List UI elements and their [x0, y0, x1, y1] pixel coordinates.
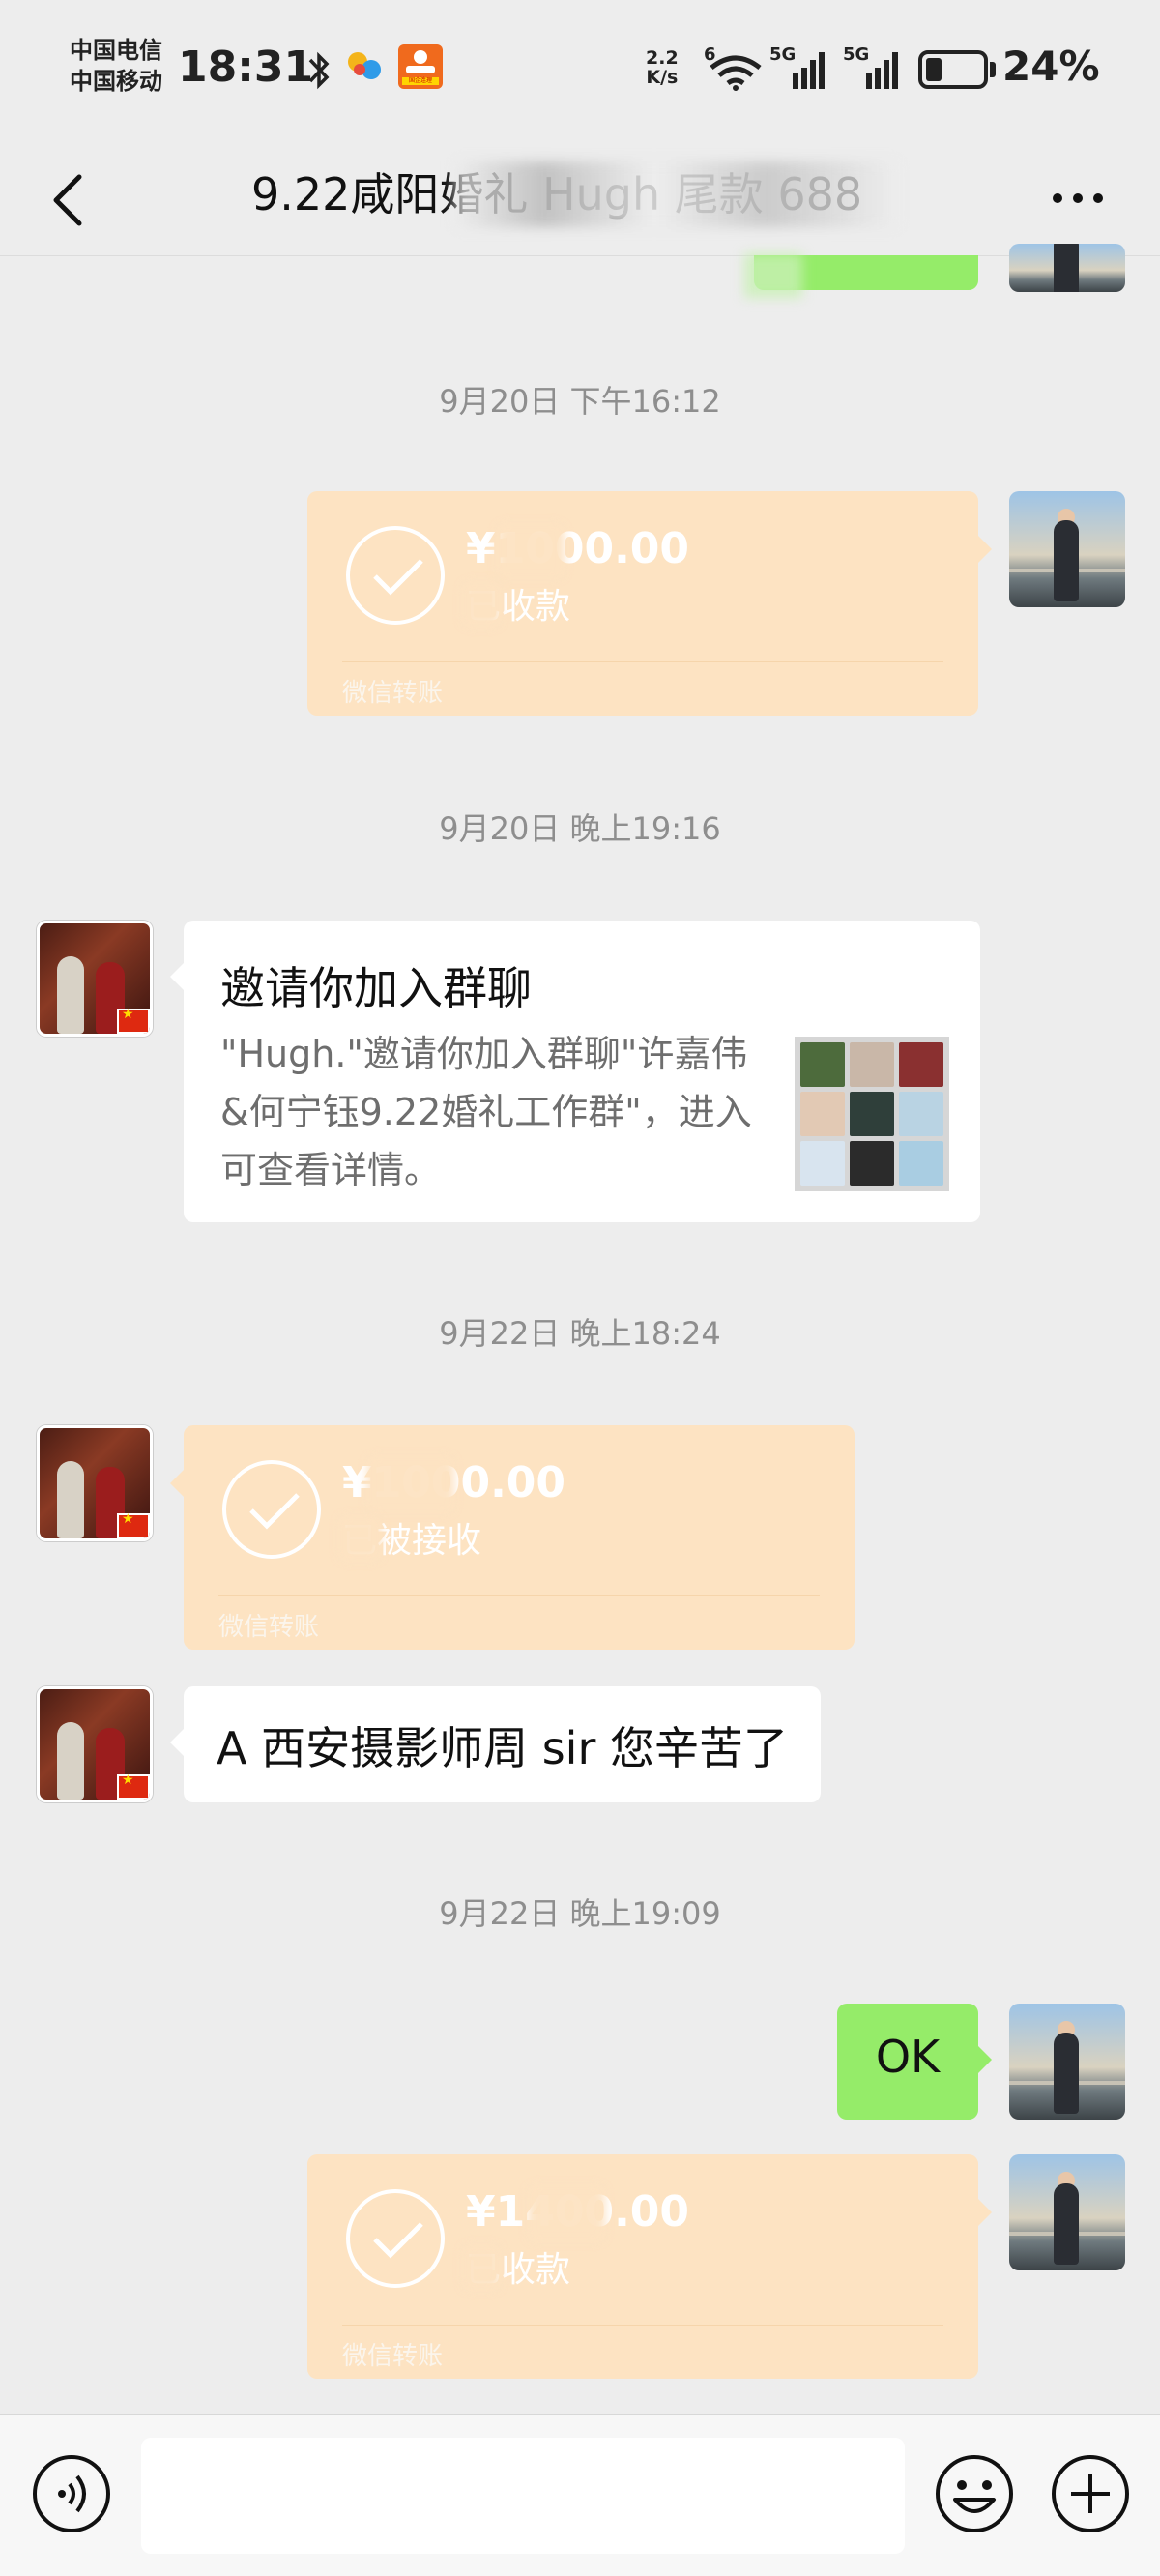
- check-icon: [222, 1460, 321, 1559]
- flag-icon: [117, 1511, 150, 1538]
- check-icon: [346, 526, 445, 625]
- avatar-self-partial[interactable]: [1009, 244, 1125, 292]
- avatar-self[interactable]: [1009, 2154, 1125, 2270]
- avatar-peer[interactable]: [37, 1686, 153, 1802]
- app-icon-label: 国企连理: [402, 77, 439, 85]
- amount-redaction: [528, 2185, 605, 2241]
- status-bar: 中国电信 中国移动 18:31 国企连理 2.2 K/s 6 5G 5G 24%: [0, 0, 1160, 140]
- avatar-peer[interactable]: [37, 921, 153, 1037]
- transfer-caption: 微信转账: [218, 1613, 320, 1642]
- sim1-badge: 5G: [769, 44, 797, 65]
- signal-icon-sim1: 5G: [769, 44, 829, 93]
- chat-area[interactable]: 9月20日 下午16:12 ¥1000.00 已收款 微信转账 9月20日 晚上…: [0, 244, 1160, 2414]
- signal-icon-sim2: 5G: [843, 44, 903, 93]
- text-message-peer[interactable]: A 西安摄影师周 sir 您辛苦了: [170, 1686, 821, 1802]
- more-icon[interactable]: [1044, 179, 1112, 218]
- prev-message-blur: [744, 253, 802, 298]
- transfer-caption: 微信转账: [342, 2342, 444, 2371]
- add-icon[interactable]: [1048, 2451, 1133, 2536]
- transfer-card-1[interactable]: ¥1000.00 已收款 微信转账: [307, 491, 992, 716]
- status-redaction: [462, 582, 501, 627]
- avatar-peer[interactable]: [37, 1425, 153, 1541]
- text-message-self[interactable]: OK: [837, 2004, 992, 2120]
- status-redaction: [462, 2245, 501, 2290]
- app-icon-colorful: [346, 46, 385, 85]
- transfer-card-2[interactable]: ¥1000.00 已被接收 微信转账: [170, 1425, 855, 1650]
- amount-redaction: [497, 524, 565, 578]
- message-text: OK: [875, 2031, 941, 2083]
- flag-icon: [117, 1772, 150, 1800]
- transfer-divider: [342, 2325, 943, 2326]
- voice-icon[interactable]: [29, 2451, 114, 2536]
- avatar-self[interactable]: [1009, 2004, 1125, 2120]
- input-bar: [0, 2414, 1160, 2576]
- back-icon[interactable]: [43, 163, 89, 233]
- amount-redaction: [367, 1456, 454, 1512]
- avatar-self[interactable]: [1009, 491, 1125, 607]
- nav-bar: 9.22咸阳婚礼 Hugh 尾款 688: [0, 140, 1160, 256]
- emoji-icon[interactable]: [932, 2451, 1017, 2536]
- battery-percent: 24%: [1002, 43, 1100, 90]
- net-speed: 2.2 K/s: [646, 48, 679, 87]
- title-redaction: [454, 161, 899, 227]
- invite-description: "Hugh."邀请你加入群聊"许嘉伟&何宁钰9.22婚礼工作群"，进入可查看详情…: [220, 1033, 752, 1191]
- timestamp: 9月22日 晚上19:09: [439, 1895, 721, 1932]
- app-icon-orange: 国企连理: [398, 44, 443, 89]
- invite-title: 邀请你加入群聊: [220, 962, 532, 1014]
- transfer-divider: [218, 1595, 820, 1596]
- bluetooth-icon: [308, 51, 330, 90]
- sim2-badge: 5G: [843, 44, 870, 65]
- group-avatar-grid: [795, 1037, 949, 1191]
- carrier-names: 中国电信 中国移动: [70, 35, 162, 97]
- transfer-divider: [342, 661, 943, 662]
- timestamp: 9月22日 晚上18:24: [439, 1315, 721, 1352]
- wifi-icon: 6: [704, 44, 764, 91]
- carrier-1: 中国电信: [70, 37, 162, 64]
- message-input[interactable]: [141, 2438, 905, 2554]
- net-speed-value: 2.2: [646, 47, 679, 69]
- check-icon: [346, 2189, 445, 2288]
- transfer-caption: 微信转账: [342, 679, 444, 708]
- clock: 18:31: [178, 43, 314, 92]
- carrier-2: 中国移动: [70, 68, 162, 95]
- net-speed-unit: K/s: [646, 67, 679, 88]
- status-redaction: [338, 1516, 381, 1561]
- timestamp: 9月20日 下午16:12: [439, 383, 721, 420]
- battery-icon: [918, 50, 996, 89]
- flag-icon: [117, 1007, 150, 1034]
- transfer-card-3[interactable]: ¥1400.00 已收款 微信转账: [307, 2154, 992, 2379]
- message-text: A 西安摄影师周 sir 您辛苦了: [217, 1722, 788, 1774]
- group-invite-card[interactable]: 邀请你加入群聊 "Hugh."邀请你加入群聊"许嘉伟&何宁钰9.22婚礼工作群"…: [170, 921, 980, 1222]
- timestamp: 9月20日 晚上19:16: [439, 810, 721, 847]
